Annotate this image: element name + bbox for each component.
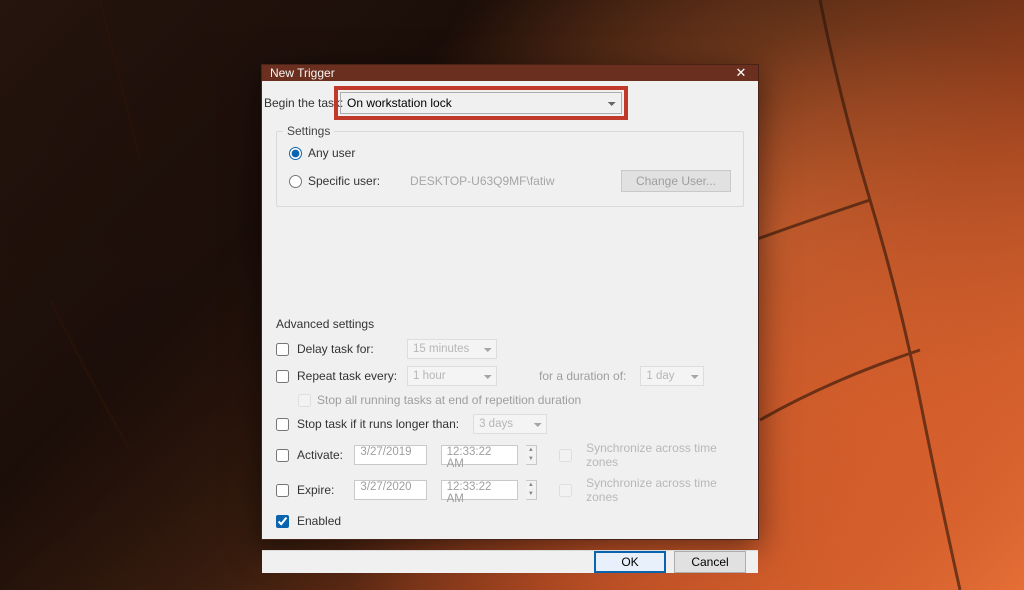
activate-sync-label: Synchronize across time zones — [586, 441, 744, 469]
specific-user-radio[interactable] — [289, 175, 302, 188]
repeat-label: Repeat task every: — [297, 369, 399, 383]
specific-user-value: DESKTOP-U63Q9MF\fatiw — [410, 174, 615, 188]
duration-label: for a duration of: — [539, 369, 626, 383]
settings-legend: Settings — [283, 124, 334, 138]
cancel-button[interactable]: Cancel — [674, 551, 746, 573]
any-user-label: Any user — [308, 146, 355, 160]
expire-sync-label: Synchronize across time zones — [586, 476, 744, 504]
any-user-radio[interactable] — [289, 147, 302, 160]
specific-user-label: Specific user: — [308, 174, 380, 188]
stop-all-checkbox — [298, 394, 311, 407]
activate-sync-checkbox — [559, 449, 572, 462]
activate-label: Activate: — [297, 448, 346, 462]
enabled-label: Enabled — [297, 514, 341, 528]
repeat-every-select: 1 hour — [407, 366, 497, 386]
advanced-settings-title: Advanced settings — [276, 317, 744, 331]
dialog-body: Begin the task: On workstation lock Sett… — [262, 81, 758, 550]
stop-if-checkbox[interactable] — [276, 418, 289, 431]
activate-checkbox[interactable] — [276, 449, 289, 462]
expire-time-spinner[interactable]: ▲▼ — [526, 480, 537, 500]
delay-label: Delay task for: — [297, 342, 399, 356]
change-user-button: Change User... — [621, 170, 731, 192]
delay-checkbox[interactable] — [276, 343, 289, 356]
enabled-checkbox[interactable] — [276, 515, 289, 528]
begin-task-select[interactable]: On workstation lock — [340, 92, 622, 114]
activate-time-input[interactable]: 12:33:22 AM — [441, 445, 518, 465]
expire-time-input[interactable]: 12:33:22 AM — [441, 480, 518, 500]
expire-label: Expire: — [297, 483, 346, 497]
stop-if-label: Stop task if it runs longer than: — [297, 417, 459, 431]
activate-time-spinner[interactable]: ▲▼ — [526, 445, 537, 465]
dialog-footer: OK Cancel — [262, 550, 758, 573]
duration-select: 1 day — [640, 366, 704, 386]
expire-checkbox[interactable] — [276, 484, 289, 497]
window-title: New Trigger — [270, 66, 335, 80]
stop-all-label: Stop all running tasks at end of repetit… — [317, 393, 581, 407]
ok-button[interactable]: OK — [594, 551, 666, 573]
activate-date-input[interactable]: 3/27/2019 — [354, 445, 426, 465]
close-icon[interactable]: ✕ — [732, 65, 750, 81]
settings-groupbox: Settings Any user Specific user: DESKTOP… — [276, 131, 744, 207]
begin-task-label: Begin the task: — [264, 96, 343, 110]
titlebar[interactable]: New Trigger ✕ — [262, 65, 758, 81]
expire-date-input[interactable]: 3/27/2020 — [354, 480, 426, 500]
new-trigger-dialog: New Trigger ✕ Begin the task: On worksta… — [261, 64, 759, 540]
delay-select: 15 minutes — [407, 339, 497, 359]
expire-sync-checkbox — [559, 484, 572, 497]
stop-if-select: 3 days — [473, 414, 547, 434]
repeat-checkbox[interactable] — [276, 370, 289, 383]
